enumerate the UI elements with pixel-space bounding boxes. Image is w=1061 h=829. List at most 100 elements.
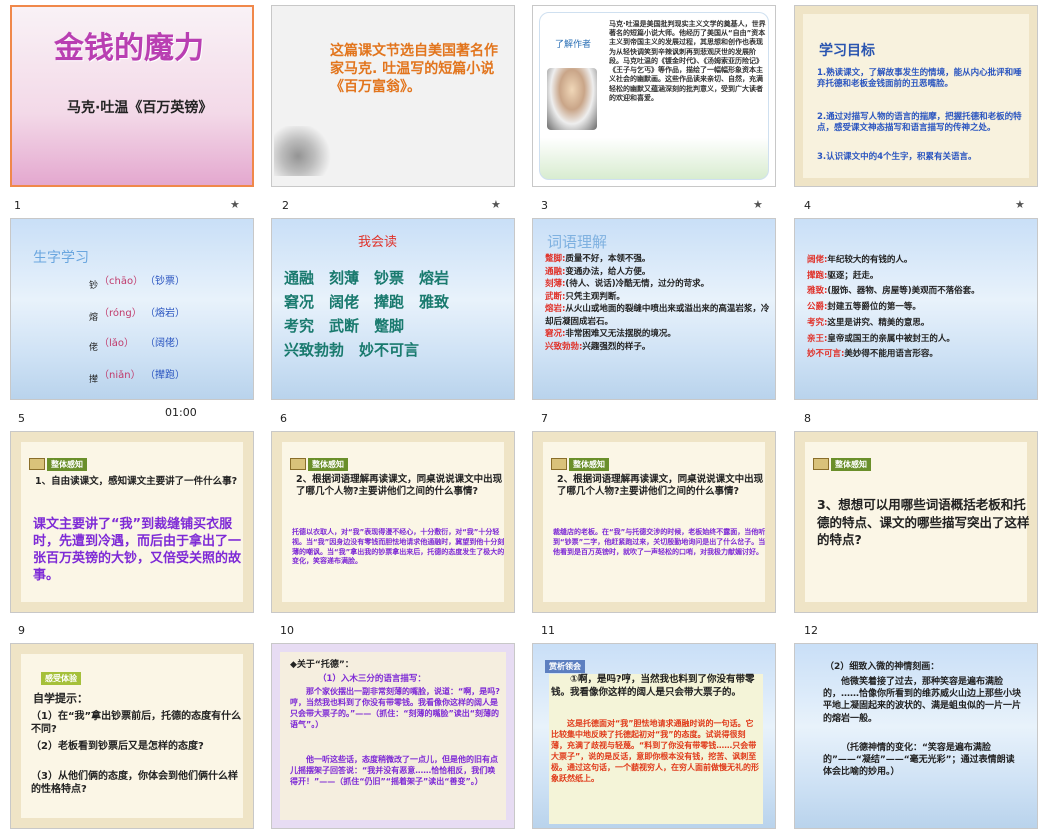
answer-text: 托德以衣取人，对“我”表现得漫不经心，十分敷衍，对“我”十分轻视。当“我”因身边… <box>292 528 505 566</box>
question-text: 1、自由读课文，感知课文主要讲了一件什么事? <box>35 476 238 487</box>
slide-heading: ◆关于“托德”： <box>290 660 354 670</box>
definition-row: 通融:变通办法，给人方便。 <box>545 266 771 279</box>
slide-thumbnail-6[interactable]: 我会读 通融 刻薄 钞票 熔岩 窘况 阔佬 撵跑 雅致 考究 武断 蹩脚 兴致勃… <box>271 218 515 400</box>
slide-number: 9 <box>18 624 25 637</box>
definition-term: 雅致: <box>807 286 828 297</box>
prompt-item: （2）老板看到钞票后又是怎样的态度? <box>31 741 204 752</box>
definition-term: 撵跑: <box>807 270 828 281</box>
slide-number: 11 <box>541 624 555 637</box>
definition-row: 武断:只凭主观判断。 <box>545 291 771 304</box>
definition-term: 武断: <box>545 291 566 302</box>
ink-brush-decoration <box>274 126 334 176</box>
slide-number: 3 <box>541 199 548 212</box>
question-text: 2、根据词语理解再读课文，同桌说说课文中出现了哪几个人物?主要讲他们之间的什么事… <box>296 474 503 498</box>
definition-row: 蹩脚:质量不好，本领不强。 <box>545 253 771 266</box>
slide-number: 6 <box>280 412 287 425</box>
definition-row: 公爵:封建五等爵位的第一等。 <box>807 300 1035 316</box>
slide-timer: 01:00 <box>165 406 197 419</box>
definition-term: 蹩脚: <box>545 254 566 264</box>
definition-term: 刻薄: <box>545 279 566 290</box>
word: （撵跑） <box>145 370 185 381</box>
slide-thumbnail-8[interactable]: 阔佬:年纪较大的有钱的人。 撵跑:驱逐；赶走。 雅致:(服饰、器物、房屋等)美观而不… <box>794 218 1038 400</box>
definition-row: 雅致:(服饰、器物、房屋等)美观而不落俗套。 <box>807 284 1035 300</box>
slide-thumbnail-13[interactable]: 感受体验 自学提示： （1）在“我”拿出钞票前后，托德的态度有什么不同? （2）… <box>10 643 254 829</box>
definition-term: 窘况: <box>545 329 566 340</box>
slide-title: 生字学习 <box>33 250 89 266</box>
question-text: 3、想想可以用哪些词语概括老板和托德的特点、课文的哪些描写突出了这样的特点? <box>817 497 1030 547</box>
paragraph: 他微笑着接了过去，那种笑容是遍布满脸的，……恰像你所看到的维苏威火山边上那些小块… <box>823 677 1022 724</box>
word-row: 兴致勃勃 妙不可言 <box>284 341 420 359</box>
definition-term: 阔佬: <box>807 255 828 265</box>
word: （阔佬） <box>145 338 185 349</box>
word-row: 窘况 阔佬 撵跑 雅致 <box>284 293 450 311</box>
star-icon: ★ <box>1015 198 1025 211</box>
section-subtitle: （2）细致入微的神情刻画： <box>825 662 940 672</box>
definition-text: 质量不好，本领不强。 <box>565 254 651 264</box>
slide-thumbnail-12[interactable]: 整体感知 3、想想可以用哪些词语概括老板和托德的特点、课文的哪些描写突出了这样的… <box>794 431 1038 613</box>
author-portrait <box>547 68 597 130</box>
slide-thumbnail-5[interactable]: 生字学习 钞 （chāo） （钞票） 熔 （róng） （熔岩） 佬 （lǎo）… <box>10 218 254 400</box>
definition-text: 年纪较大的有钱的人。 <box>827 255 913 265</box>
definition-row: 撵跑:驱逐；赶走。 <box>807 269 1035 285</box>
section-subtitle: （1）入木三分的语言描写： <box>318 674 426 684</box>
slide-number: 7 <box>541 412 548 425</box>
definition-row: 窘况:非常困难又无法摆脱的境况。 <box>545 328 771 341</box>
slide-text: 这篇课文节选自美国著名作家马克. 吐温写的短篇小说《百万富翁》。 <box>330 43 498 96</box>
answer-text: 裁缝店的老板。在“我”与托德交涉的时候，老板始终不露面，当他听到“钞票”二字，他… <box>553 528 766 556</box>
definition-row: 阔佬:年纪较大的有钱的人。 <box>807 253 1035 269</box>
definition-text: 美妙得不能用语言形容。 <box>844 349 938 360</box>
slide-number: 8 <box>804 412 811 425</box>
prompt-item: （1）在“我”拿出钞票前后，托德的态度有什么不同? <box>31 711 242 735</box>
definition-term: 熔岩: <box>545 304 566 315</box>
definition-term: 兴致勃勃: <box>545 342 583 353</box>
slide-thumbnail-10[interactable]: 整体感知 2、根据词语理解再读课文，同桌说说课文中出现了哪几个人物?主要讲他们之… <box>271 431 515 613</box>
slide-thumbnail-2[interactable]: 这篇课文节选自美国著名作家马克. 吐温写的短篇小说《百万富翁》。 <box>271 5 515 187</box>
objective-item: 2.通过对描写人物的语言的揣摩，把握托德和老板的特点，感受课文神态描写和语言描写… <box>817 112 1022 134</box>
definition-term: 考究: <box>807 317 828 328</box>
section-tag: 整体感知 <box>308 458 348 471</box>
definition-term: 通融: <box>545 266 566 277</box>
definition-text: 驱逐；赶走。 <box>827 270 879 281</box>
star-icon: ★ <box>230 198 240 211</box>
slide-thumbnail-9[interactable]: 整体感知 1、自由读课文，感知课文主要讲了一件什么事? 课文主要讲了“我”到裁缝… <box>10 431 254 613</box>
quote-text: ①啊，是吗?哼，当然我也料到了你没有带零钱。我看像你这样的阔人是只会带大票子的。 <box>551 674 755 698</box>
pinyin: （róng） <box>99 308 142 319</box>
definition-text: 这里是讲究、精美的意思。 <box>827 317 930 328</box>
definition-row: 妙不可言:美妙得不能用语言形容。 <box>807 347 1035 363</box>
definition-text: 封建五等爵位的第一等。 <box>827 302 921 313</box>
definition-row: 亲王:皇帝或国王的亲属中被封王的人。 <box>807 332 1035 348</box>
section-tag: 整体感知 <box>47 458 87 471</box>
char: 佬 <box>89 343 99 353</box>
definition-text: 只凭主观判断。 <box>565 291 625 302</box>
slide-thumbnail-11[interactable]: 整体感知 2、根据词语理解再读课文，同桌说说课文中出现了哪几个人物?主要讲他们之… <box>532 431 776 613</box>
objective-item: 3.认识课文中的4个生字，积累有关语言。 <box>817 152 977 162</box>
char: 撵 <box>89 375 99 385</box>
paragraph: （托德神情的变化：“笑容是遍布满脸的”——“凝结”——“毫无光彩”；通过表情朗读… <box>823 743 1015 778</box>
slide-number: 10 <box>280 624 294 637</box>
slide-title: 学习目标 <box>819 43 875 59</box>
slide-thumbnail-15[interactable]: 赏析领会 ①啊，是吗?哼，当然我也料到了你没有带零钱。我看像你这样的阔人是只会带… <box>532 643 776 829</box>
section-tag: 整体感知 <box>831 458 871 471</box>
star-icon: ★ <box>753 198 763 211</box>
answer-text: 课文主要讲了“我”到裁缝铺买衣服时，先遭到冷遇，而后由于拿出了一张百万英镑的大钞… <box>33 517 242 584</box>
section-tag: 整体感知 <box>569 458 609 471</box>
char: 熔 <box>89 313 99 323</box>
word-row: 考究 武断 蹩脚 <box>284 317 405 335</box>
book-icon <box>29 458 45 470</box>
definition-row: 熔岩:从火山或地面的裂缝中喷出来或溢出来的高温岩浆，冷却后凝固成岩石。 <box>545 303 771 328</box>
slide-thumbnail-14[interactable]: ◆关于“托德”： （1）入木三分的语言描写： 那个家伙摆出一副非常刻薄的嘴脸，说… <box>271 643 515 829</box>
slide-thumbnail-16[interactable]: （2）细致入微的神情刻画： 他微笑着接了过去，那种笑容是遍布满脸的，……恰像你所… <box>794 643 1038 829</box>
definition-row: 兴致勃勃:兴趣强烈的样子。 <box>545 341 771 354</box>
book-icon <box>813 458 829 470</box>
slide-thumbnail-7[interactable]: 词语理解 蹩脚:质量不好，本领不强。 通融:变通办法，给人方便。 刻薄:(待人、说话… <box>532 218 776 400</box>
slide-thumbnail-1[interactable]: 金钱的魔力 马克·吐温《百万英镑》 <box>10 5 254 187</box>
slide-thumbnail-3[interactable]: 了解作者 马克·吐温是美国批判现实主义文学的奠基人，世界著名的短篇小说大师。他经… <box>532 5 776 187</box>
word: （熔岩） <box>145 308 185 319</box>
slide-number: 5 <box>18 412 25 425</box>
question-text: 2、根据词语理解再读课文，同桌说说课文中出现了哪几个人物?主要讲他们之间的什么事… <box>557 474 764 498</box>
definition-text: 非常困难又无法摆脱的境况。 <box>565 329 676 340</box>
slide-thumbnail-4[interactable]: 学习目标 1.熟读课文，了解故事发生的情境，能从内心批评和唾弃托德和老板金钱面前… <box>794 5 1038 187</box>
slide-number: 4 <box>804 199 811 212</box>
char: 钞 <box>89 281 99 291</box>
definition-text: (服饰、器物、房屋等)美观而不落俗套。 <box>827 286 980 297</box>
